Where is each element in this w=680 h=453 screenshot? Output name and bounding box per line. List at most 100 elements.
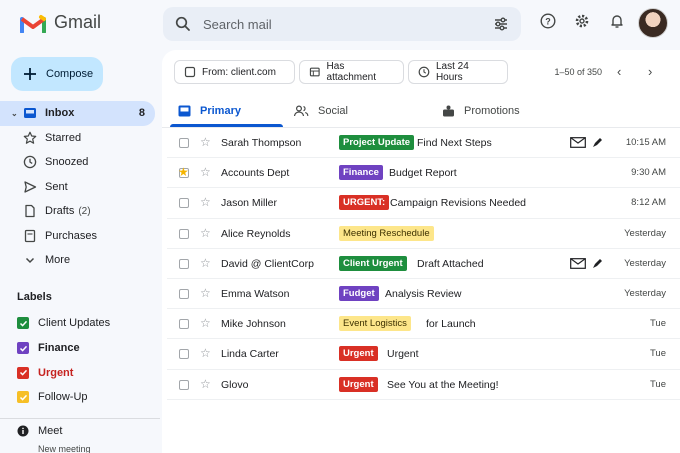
row-checkbox[interactable] [179, 138, 189, 148]
pagination-count: 1–50 of 350 [554, 67, 602, 77]
star-icon[interactable]: ☆ [200, 256, 211, 270]
clock-icon [22, 155, 38, 169]
email-row[interactable]: ☆ Alice Reynolds Meeting Reschedule Yest… [167, 219, 680, 249]
row-checkbox[interactable] [179, 258, 189, 269]
star-icon[interactable]: ☆ [200, 316, 211, 330]
meet-section[interactable]: Meet [17, 425, 62, 437]
email-date: Yesterday [624, 257, 666, 269]
sidebar-item-sent[interactable]: Sent [0, 175, 160, 200]
label-checkbox-icon[interactable] [17, 391, 29, 404]
tab-label: Social [318, 105, 348, 117]
sidebar-nav: ⌄ Inbox 8 Starred Snoozed Sent Drafts (2… [0, 101, 160, 273]
label-client-updates[interactable]: Client Updates [17, 311, 110, 336]
sidebar-item-purchases[interactable]: Purchases [0, 224, 160, 249]
filter-chip-attachment[interactable]: Has attachment [299, 60, 404, 84]
email-sender: Glovo [221, 378, 249, 391]
star-icon[interactable]: ☆ [200, 346, 211, 360]
gmail-logo[interactable]: Gmail [20, 12, 101, 33]
sidebar-item-label: Purchases [45, 229, 97, 242]
compose-button[interactable]: Compose [11, 57, 103, 91]
rocket-icon[interactable] [592, 258, 603, 269]
envelope-icon[interactable] [570, 257, 586, 269]
email-label-tag: Finance [339, 165, 383, 181]
label-finance[interactable]: Finance [17, 336, 110, 361]
email-list: ☆ Sarah Thompson Project Update Find Nex… [167, 128, 680, 400]
tune-icon[interactable] [493, 16, 509, 32]
info-icon [17, 425, 29, 437]
clock-icon [418, 66, 430, 78]
email-date: 8:12 AM [631, 197, 666, 209]
label-urgent[interactable]: Urgent [17, 360, 110, 385]
email-row[interactable]: ☆ Jason Miller URGENT: Campaign Revision… [167, 188, 680, 219]
email-label-tag: Client Urgent [339, 255, 407, 271]
email-subject: Draft Attached [417, 257, 484, 270]
inbox-icon [22, 106, 38, 120]
tag-icon [22, 229, 38, 243]
star-icon[interactable]: ☆ [200, 165, 211, 179]
star-icon[interactable]: ☆ [200, 195, 211, 209]
row-checkbox[interactable] [179, 379, 189, 390]
star-icon[interactable]: ☆ [200, 135, 211, 149]
email-row[interactable]: ☆ Glovo Urgent See You at the Meeting! T… [167, 370, 680, 400]
rocket-icon[interactable] [592, 137, 603, 148]
row-checkbox[interactable] [179, 228, 189, 239]
star-icon[interactable]: ☆ [200, 286, 211, 300]
envelope-icon[interactable] [570, 137, 586, 148]
sidebar-item-more[interactable]: More [0, 248, 160, 273]
settings-gear-icon[interactable] [574, 13, 590, 29]
app-name: Gmail [54, 12, 102, 32]
label-checkbox-icon[interactable] [17, 342, 29, 355]
sidebar-item-snoozed[interactable]: Snoozed [0, 150, 160, 175]
expand-caret-icon[interactable]: ⌄ [11, 109, 18, 118]
search-icon[interactable] [175, 16, 191, 32]
email-row[interactable]: ★ ☆ Accounts Dept Finance Budget Report … [167, 158, 680, 189]
email-row[interactable]: ☆ Emma Watson Fudget Analysis Review Yes… [167, 279, 680, 310]
email-row[interactable]: ☆ David @ ClientCorp Client Urgent Draft… [167, 249, 680, 279]
email-label-tag: URGENT: [339, 195, 390, 211]
star-icon[interactable]: ☆ [200, 226, 211, 240]
email-row[interactable]: ☆ Mike Johnson Event Logistics for Launc… [167, 309, 680, 340]
email-sender: Accounts Dept [221, 167, 290, 180]
row-checkbox[interactable] [179, 319, 189, 330]
tab-primary[interactable]: Primary [178, 94, 241, 128]
prev-page-icon[interactable]: ‹ [617, 64, 621, 79]
notifications-bell-icon[interactable] [609, 13, 625, 29]
email-sender: Linda Carter [221, 348, 279, 361]
search-bar[interactable] [163, 7, 521, 41]
account-avatar[interactable] [638, 8, 668, 38]
label-follow-up[interactable]: Follow-Up [17, 385, 110, 410]
labels-heading: Labels [17, 291, 52, 303]
email-row[interactable]: ☆ Linda Carter Urgent Urgent Tue [167, 339, 680, 370]
search-input[interactable] [203, 14, 483, 34]
filter-label: Has attachment [326, 61, 377, 83]
starred-icon[interactable]: ★ [178, 165, 189, 179]
tab-label: Primary [200, 105, 241, 117]
sidebar-item-starred[interactable]: Starred [0, 126, 160, 151]
row-checkbox[interactable] [179, 349, 189, 360]
sidebar-item-label: Sent [45, 180, 68, 193]
row-checkbox[interactable] [179, 288, 189, 299]
next-page-icon[interactable]: › [648, 64, 652, 79]
email-row[interactable]: ☆ Sarah Thompson Project Update Find Nex… [167, 128, 680, 159]
person-icon [184, 66, 196, 78]
filter-chip-from[interactable]: From: client.com [174, 60, 295, 84]
email-date: 10:15 AM [625, 137, 666, 148]
label-checkbox-icon[interactable] [17, 366, 29, 379]
filter-label: Last 24 Hours [435, 61, 469, 83]
row-checkbox[interactable] [179, 198, 189, 209]
star-icon[interactable]: ☆ [200, 377, 211, 391]
gmail-m-icon [20, 14, 46, 33]
sidebar-item-inbox[interactable]: ⌄ Inbox 8 [0, 101, 155, 126]
tab-social[interactable]: Social [293, 94, 348, 128]
email-subject: Find Next Steps [417, 137, 492, 149]
row-quick-actions [570, 257, 603, 269]
label-name: Follow-Up [38, 391, 88, 404]
category-tabs: Primary Social Promotions [162, 94, 680, 128]
help-icon[interactable]: ? [540, 13, 556, 29]
filter-chip-time[interactable]: Last 24 Hours [408, 60, 508, 84]
new-meeting-link[interactable]: New meeting [38, 444, 91, 453]
tab-promotions[interactable]: Promotions [442, 94, 520, 128]
label-checkbox-icon[interactable] [17, 317, 29, 330]
email-date: Tue [649, 378, 666, 390]
sidebar-item-drafts[interactable]: Drafts (2) [0, 199, 160, 224]
